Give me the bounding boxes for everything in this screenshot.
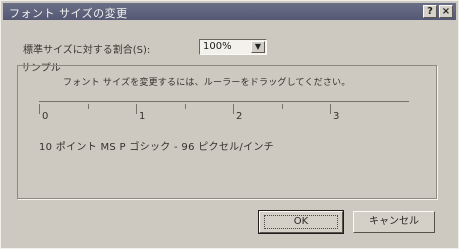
- focus-rectangle: [264, 215, 338, 229]
- ruler-minor-tick: [87, 104, 89, 109]
- scale-value: 100%: [203, 41, 232, 52]
- cancel-button[interactable]: キャンセル: [353, 211, 435, 233]
- ok-button[interactable]: OK: [258, 210, 344, 234]
- close-button[interactable]: ×: [439, 5, 453, 18]
- font-info: 10 ポイント MS P ゴシック - 96 ピクセル/インチ: [39, 142, 274, 153]
- scale-dropdown[interactable]: 100% ▼: [199, 39, 267, 55]
- scale-label: 標準サイズに対する割合(S):: [23, 45, 151, 56]
- ruler-tick-label: 0: [42, 111, 49, 122]
- title-bar[interactable]: フォント サイズの変更 ? ×: [3, 3, 456, 20]
- help-button[interactable]: ?: [423, 5, 437, 18]
- ruler-instruction: フォント サイズを変更するには、ルーラーをドラッグしてください。: [63, 78, 351, 88]
- font-size-dialog: フォント サイズの変更 ? × 標準サイズに対する割合(S): 100% ▼ サ…: [0, 0, 459, 249]
- chevron-down-icon[interactable]: ▼: [251, 41, 265, 53]
- ruler-major-tick: [39, 104, 40, 114]
- ruler[interactable]: [39, 101, 409, 102]
- ruler-minor-tick: [281, 104, 283, 109]
- ruler-tick-label: 1: [139, 111, 146, 122]
- ruler-major-tick: [136, 104, 137, 114]
- ruler-major-tick: [330, 104, 331, 114]
- ruler-minor-tick: [184, 104, 186, 109]
- ruler-tick-label: 3: [333, 111, 340, 122]
- window-title: フォント サイズの変更: [9, 7, 128, 20]
- close-icon: ×: [441, 6, 451, 17]
- question-icon: ?: [427, 6, 433, 17]
- cancel-button-label: キャンセル: [369, 216, 419, 227]
- ruler-major-tick: [233, 104, 234, 114]
- ruler-tick-label: 2: [236, 111, 243, 122]
